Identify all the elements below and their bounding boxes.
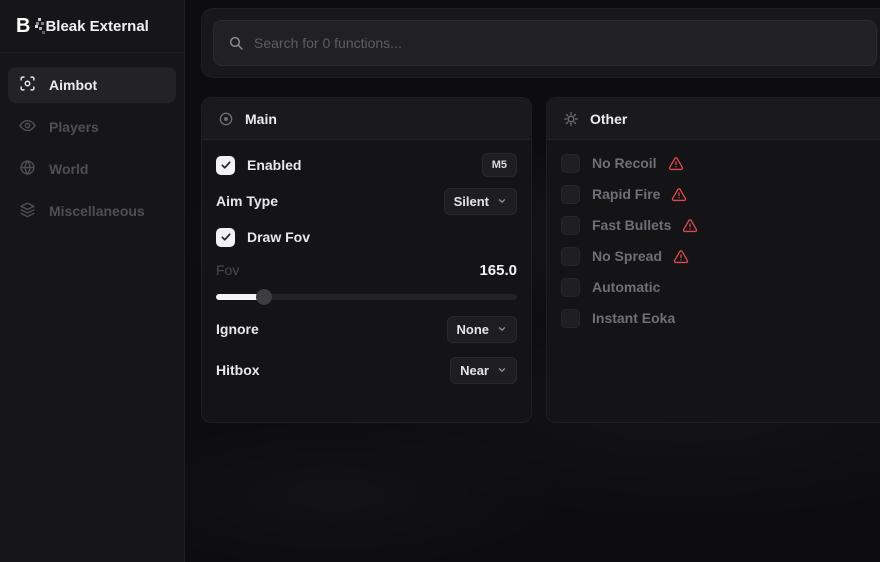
enabled-label: Enabled — [247, 157, 301, 173]
toggle-checkbox[interactable] — [561, 185, 580, 204]
ignore-value: None — [457, 322, 490, 337]
draw-fov-label: Draw Fov — [247, 229, 310, 245]
hitbox-value: Near — [460, 363, 489, 378]
keybind-button[interactable]: M5 — [482, 153, 517, 177]
search-bar — [201, 8, 880, 78]
toggle-row: Automatic — [561, 276, 874, 298]
sidebar-item-miscellaneous[interactable]: Miscellaneous — [8, 193, 176, 229]
fov-label: Fov — [216, 262, 239, 278]
hitbox-label: Hitbox — [216, 362, 260, 378]
warning-icon — [682, 218, 698, 233]
target-icon — [218, 111, 234, 127]
panel-other-body: No Recoil Rapid Fire — [547, 140, 880, 329]
search-input-wrap — [213, 20, 877, 66]
toggle-checkbox[interactable] — [561, 309, 580, 328]
globe-icon — [19, 159, 36, 179]
sidebar-item-label: Players — [49, 119, 99, 135]
sidebar-item-players[interactable]: Players — [8, 109, 176, 145]
panel-main-body: Enabled M5 Aim Type Silent D — [202, 140, 531, 383]
toggle-row: No Recoil — [561, 152, 874, 174]
toggle-label: No Spread — [592, 248, 662, 264]
fov-row: Fov 165.0 — [216, 260, 517, 280]
panel-other-header: Other — [547, 98, 880, 140]
toggle-row: Fast Bullets — [561, 214, 874, 236]
panel-main: Main Enabled M5 Aim Type Silent — [201, 97, 532, 423]
content-area: Main Enabled M5 Aim Type Silent — [185, 0, 880, 562]
sidebar-item-aimbot[interactable]: Aimbot — [8, 67, 176, 103]
warning-icon — [673, 249, 689, 264]
toggle-row: No Spread — [561, 245, 874, 267]
fov-value: 165.0 — [479, 262, 517, 279]
sidebar-nav: Aimbot Players World Mi — [0, 53, 184, 249]
warning-icon — [671, 187, 687, 202]
panel-other: Other No Recoil — [546, 97, 880, 423]
sidebar-item-label: World — [49, 161, 88, 177]
warning-icon — [668, 156, 684, 171]
aim-type-value: Silent — [454, 194, 489, 209]
sidebar: B Bleak External Aimbot Players — [0, 0, 185, 562]
toggle-label: Fast Bullets — [592, 217, 671, 233]
toggle-checkbox[interactable] — [561, 247, 580, 266]
enabled-row: Enabled M5 — [216, 152, 517, 178]
eye-icon — [19, 117, 36, 137]
sidebar-item-world[interactable]: World — [8, 151, 176, 187]
panel-title: Main — [245, 111, 277, 127]
aim-type-row: Aim Type Silent — [216, 188, 517, 214]
sidebar-item-label: Aimbot — [49, 77, 97, 93]
toggle-checkbox[interactable] — [561, 216, 580, 235]
toggle-label: Instant Eoka — [592, 310, 675, 326]
search-icon — [228, 35, 244, 51]
toggle-row: Instant Eoka — [561, 307, 874, 329]
check-icon — [220, 231, 232, 243]
toggle-checkbox[interactable] — [561, 154, 580, 173]
search-input[interactable] — [254, 35, 862, 51]
draw-fov-checkbox[interactable] — [216, 228, 235, 247]
ignore-row: Ignore None — [216, 316, 517, 342]
panel-main-header: Main — [202, 98, 531, 140]
toggle-row: Rapid Fire — [561, 183, 874, 205]
sidebar-item-label: Miscellaneous — [49, 203, 145, 219]
toggle-checkbox[interactable] — [561, 278, 580, 297]
draw-fov-row: Draw Fov — [216, 224, 517, 250]
check-icon — [220, 159, 232, 171]
crosshair-icon — [19, 75, 36, 95]
ignore-dropdown[interactable]: None — [447, 316, 518, 343]
toggle-label: No Recoil — [592, 155, 657, 171]
app-logo: B — [16, 16, 29, 36]
app-title: Bleak External — [45, 18, 148, 35]
layers-icon — [19, 201, 36, 221]
aim-type-label: Aim Type — [216, 193, 278, 209]
chevron-down-icon — [497, 324, 507, 334]
hitbox-dropdown[interactable]: Near — [450, 357, 517, 384]
ignore-label: Ignore — [216, 321, 259, 337]
sidebar-header: B Bleak External — [0, 0, 184, 53]
chevron-down-icon — [497, 196, 507, 206]
toggle-label: Rapid Fire — [592, 186, 660, 202]
gear-icon — [563, 111, 579, 127]
toggle-label: Automatic — [592, 279, 660, 295]
panel-title: Other — [590, 111, 627, 127]
slider-thumb[interactable] — [256, 289, 272, 305]
hitbox-row: Hitbox Near — [216, 357, 517, 383]
fov-slider[interactable] — [216, 289, 517, 305]
aim-type-dropdown[interactable]: Silent — [444, 188, 517, 215]
enabled-checkbox[interactable] — [216, 156, 235, 175]
chevron-down-icon — [497, 365, 507, 375]
